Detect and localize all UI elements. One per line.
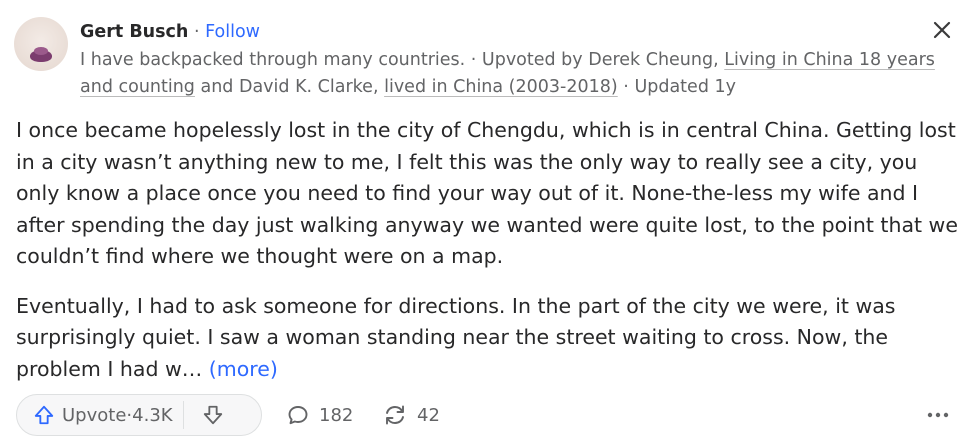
share-button[interactable]: 42 — [382, 394, 440, 436]
credential-separator: · — [465, 50, 482, 70]
avatar-figure-top — [34, 47, 48, 55]
author-line: Gert Busch · Follow — [80, 18, 940, 46]
avatar[interactable] — [14, 17, 68, 71]
vote-pill: Upvote · 4.3K — [16, 394, 262, 436]
updated-time[interactable]: Updated 1y — [634, 77, 736, 97]
comment-button[interactable]: 182 — [286, 394, 353, 436]
downvote-arrow-icon — [203, 405, 222, 425]
updated-separator: · — [617, 77, 635, 97]
comment-bubble-icon — [288, 406, 308, 425]
upvoter-2-name[interactable]: David K. Clarke, — [239, 77, 379, 97]
close-icon[interactable] — [930, 18, 954, 42]
answer-paragraph-2: Eventually, I had to ask someone for dir… — [16, 291, 961, 386]
upvoted-by-prefix: Upvoted by — [481, 50, 589, 70]
upvote-label: Upvote — [62, 404, 127, 426]
downvote-button[interactable] — [184, 395, 242, 435]
upvote-count: 4.3K — [132, 404, 173, 426]
credential-line: I have backpacked through many countries… — [80, 47, 940, 101]
action-bar: Upvote · 4.3K 182 42 — [16, 394, 966, 438]
author-separator: · — [188, 22, 206, 42]
answer-body[interactable]: I once became hopelessly lost in the cit… — [16, 115, 961, 403]
author-name[interactable]: Gert Busch — [80, 22, 188, 42]
answer-paragraph-2-text: Eventually, I had to ask someone for dir… — [16, 293, 896, 381]
share-count: 42 — [417, 404, 440, 426]
more-dots-icon[interactable] — [920, 394, 956, 436]
answer-paragraph-1: I once became hopelessly lost in the cit… — [16, 118, 958, 268]
upvote-button[interactable]: Upvote · 4.3K — [17, 395, 183, 435]
upvoter-1-name[interactable]: Derek Cheung, — [588, 50, 718, 70]
share-cycle-icon — [386, 405, 404, 425]
comment-count: 182 — [319, 404, 354, 426]
upvote-arrow-icon — [34, 405, 54, 425]
more-link[interactable]: (more) — [209, 357, 278, 381]
upvoter-2-credential[interactable]: lived in China (2003-2018) — [384, 77, 618, 97]
follow-button[interactable]: Follow — [205, 22, 260, 42]
author-bio: I have backpacked through many countries… — [80, 50, 466, 70]
and-connector: and — [194, 77, 239, 97]
